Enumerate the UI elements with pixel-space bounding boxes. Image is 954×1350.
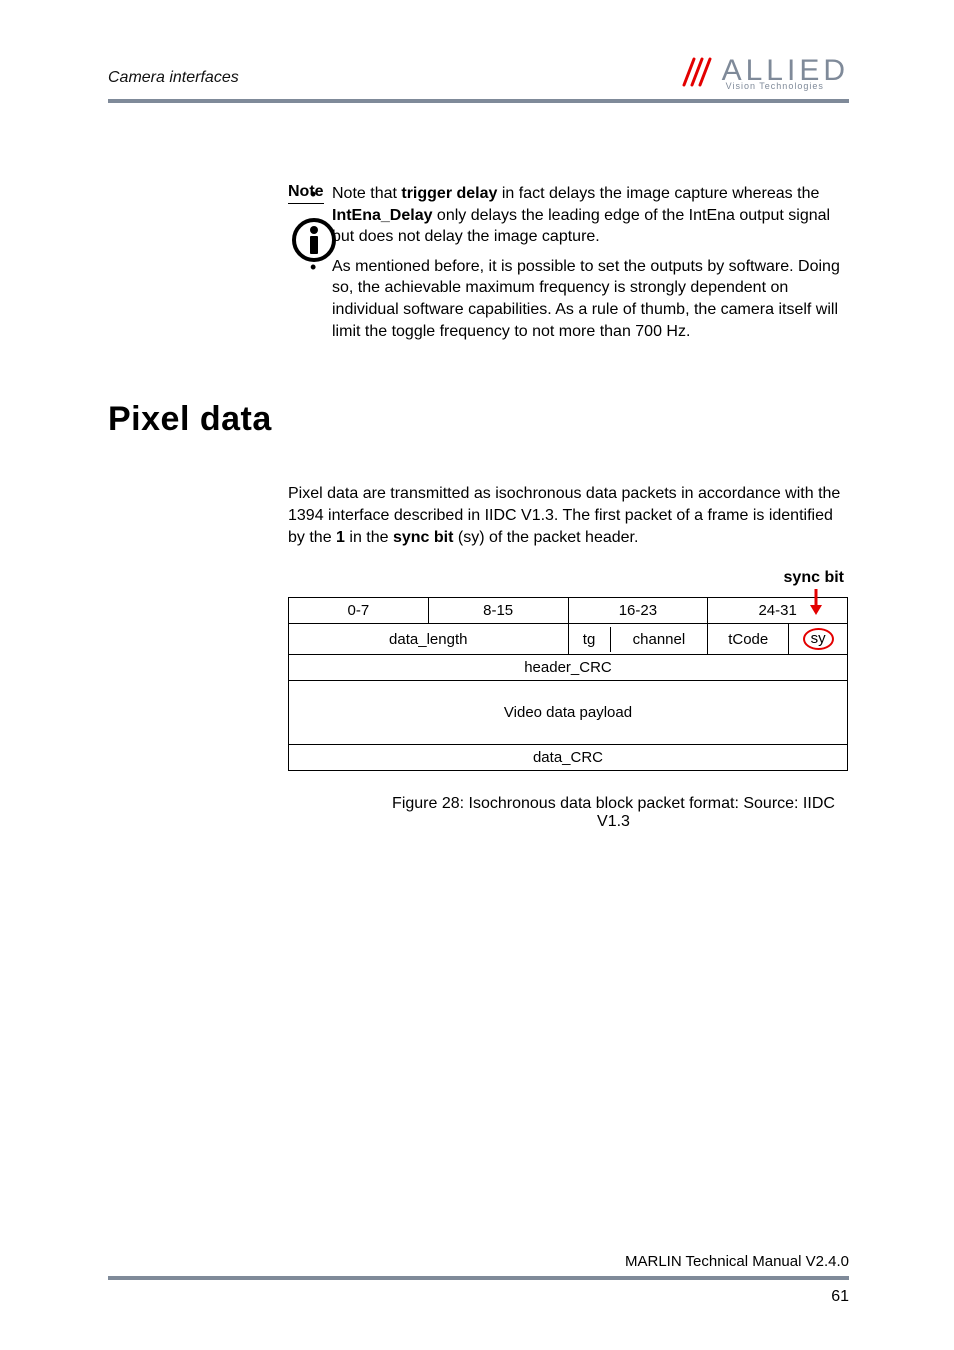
- body-paragraph: Pixel data are transmitted as isochronou…: [288, 483, 849, 549]
- note-item: As mentioned before, it is possible to s…: [308, 256, 849, 342]
- note-text: Note that: [332, 185, 401, 202]
- note-text: in fact delays the image capture whereas…: [497, 185, 819, 202]
- data-length-cell: data_length: [289, 624, 569, 655]
- section-title: Pixel data: [108, 400, 849, 439]
- footer-manual-title: MARLIN Technical Manual V2.4.0: [108, 1253, 849, 1276]
- table-row: Video data payload: [289, 681, 848, 745]
- tcode-cell: tCode: [708, 624, 788, 654]
- footer-rule: [108, 1276, 849, 1280]
- header-section-title: Camera interfaces: [108, 69, 239, 91]
- table-row: data_CRC: [289, 745, 848, 771]
- bit-range-cell: 16-23: [568, 598, 708, 624]
- body-text: (sy) of the packet header.: [453, 529, 638, 546]
- table-row: header_CRC: [289, 655, 848, 681]
- logo-slashes-icon: [678, 55, 718, 91]
- page-number: 61: [108, 1288, 849, 1306]
- body-text: in the: [345, 529, 393, 546]
- data-crc-cell: data_CRC: [289, 745, 848, 771]
- bit-range-cell: 24-31: [708, 598, 848, 624]
- note-text: As mentioned before, it is possible to s…: [332, 258, 840, 340]
- note-bold: IntEna_Delay: [332, 207, 432, 224]
- body-bold: sync bit: [393, 529, 453, 546]
- note-block: Note Note that trigger delay in fact del…: [108, 183, 849, 350]
- bit-range-cell: 8-15: [428, 598, 568, 624]
- brand-logo: ALLIED Vision Technologies: [678, 55, 849, 91]
- sy-highlight: sy: [803, 628, 834, 650]
- payload-cell: Video data payload: [289, 681, 848, 745]
- note-item: Note that trigger delay in fact delays t…: [308, 183, 849, 248]
- sy-cell: sy: [789, 624, 847, 654]
- figure-caption: Figure 28: Isochronous data block packet…: [378, 795, 849, 831]
- packet-table: 0-7 8-15 16-23 24-31 data_length tg chan…: [288, 597, 848, 771]
- page-header: Camera interfaces ALLIED Vision Technolo…: [108, 55, 849, 97]
- page-footer: MARLIN Technical Manual V2.4.0 61: [108, 1277, 849, 1306]
- channel-cell: channel: [610, 627, 707, 652]
- table-row: data_length tg channel tCode: [289, 624, 848, 655]
- header-crc-cell: header_CRC: [289, 655, 848, 681]
- sync-arrow-icon: [807, 589, 825, 615]
- sync-bit-label: sync bit: [784, 569, 844, 587]
- header-rule: [108, 99, 849, 103]
- tg-cell: tg: [569, 627, 611, 652]
- body-bold: 1: [336, 529, 345, 546]
- table-row: 0-7 8-15 16-23 24-31: [289, 598, 848, 624]
- packet-diagram: sync bit 0-7 8-15 16-23 24-31 data_lengt…: [288, 597, 849, 831]
- bit-range-cell: 0-7: [289, 598, 429, 624]
- note-bold: trigger delay: [401, 185, 497, 202]
